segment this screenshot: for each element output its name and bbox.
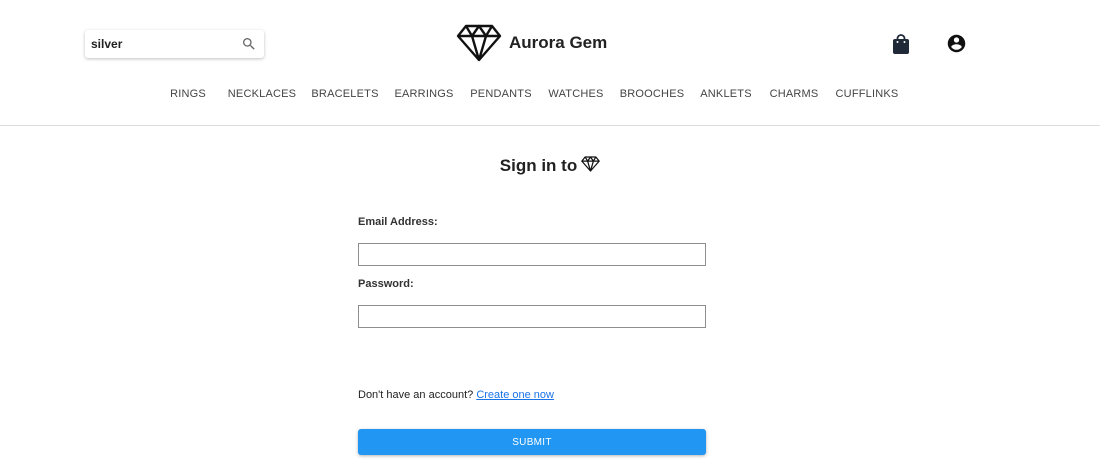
page-title-text: Sign in to: [499, 156, 578, 175]
nav-item-earrings[interactable]: EARRINGS: [394, 88, 453, 100]
password-label: Password:: [358, 278, 414, 290]
email-label: Email Address:: [358, 216, 438, 228]
nav-item-necklaces[interactable]: NECKLACES: [228, 88, 296, 100]
brand[interactable]: Aurora Gem: [456, 24, 607, 62]
shopping-bag-icon[interactable]: [892, 34, 910, 54]
create-account-link[interactable]: Create one now: [476, 389, 554, 401]
nav-item-brooches[interactable]: BROOCHES: [620, 88, 685, 100]
nav-item-watches[interactable]: WATCHES: [548, 88, 603, 100]
page-title: Sign in to: [0, 156, 1100, 176]
email-field[interactable]: [358, 243, 706, 266]
category-nav: RINGS NECKLACES BRACELETS EARRINGS PENDA…: [0, 88, 1100, 102]
nav-item-rings[interactable]: RINGS: [170, 88, 206, 100]
diamond-logo-icon: [456, 24, 502, 62]
nav-item-cufflinks[interactable]: CUFFLINKS: [836, 88, 899, 100]
search-box: [85, 30, 264, 58]
search-input[interactable]: [85, 32, 230, 56]
password-field[interactable]: [358, 305, 706, 328]
diamond-icon: [581, 156, 601, 172]
signin-page: Sign in to Email Address: Password: SUBM…: [0, 126, 1100, 474]
search-icon[interactable]: [241, 36, 257, 52]
signup-prompt: Don't have an account? Create one now: [358, 389, 554, 401]
nav-item-pendants[interactable]: PENDANTS: [470, 88, 532, 100]
nav-item-anklets[interactable]: ANKLETS: [700, 88, 752, 100]
nav-item-bracelets[interactable]: BRACELETS: [311, 88, 378, 100]
nav-item-charms[interactable]: CHARMS: [770, 88, 819, 100]
site-header: Aurora Gem RINGS NECKLACES BRACELETS EAR…: [0, 0, 1100, 126]
brand-name: Aurora Gem: [509, 33, 608, 52]
submit-button[interactable]: SUBMIT: [358, 429, 706, 455]
account-circle-icon[interactable]: [946, 33, 967, 54]
signup-prompt-text: Don't have an account?: [358, 389, 474, 401]
